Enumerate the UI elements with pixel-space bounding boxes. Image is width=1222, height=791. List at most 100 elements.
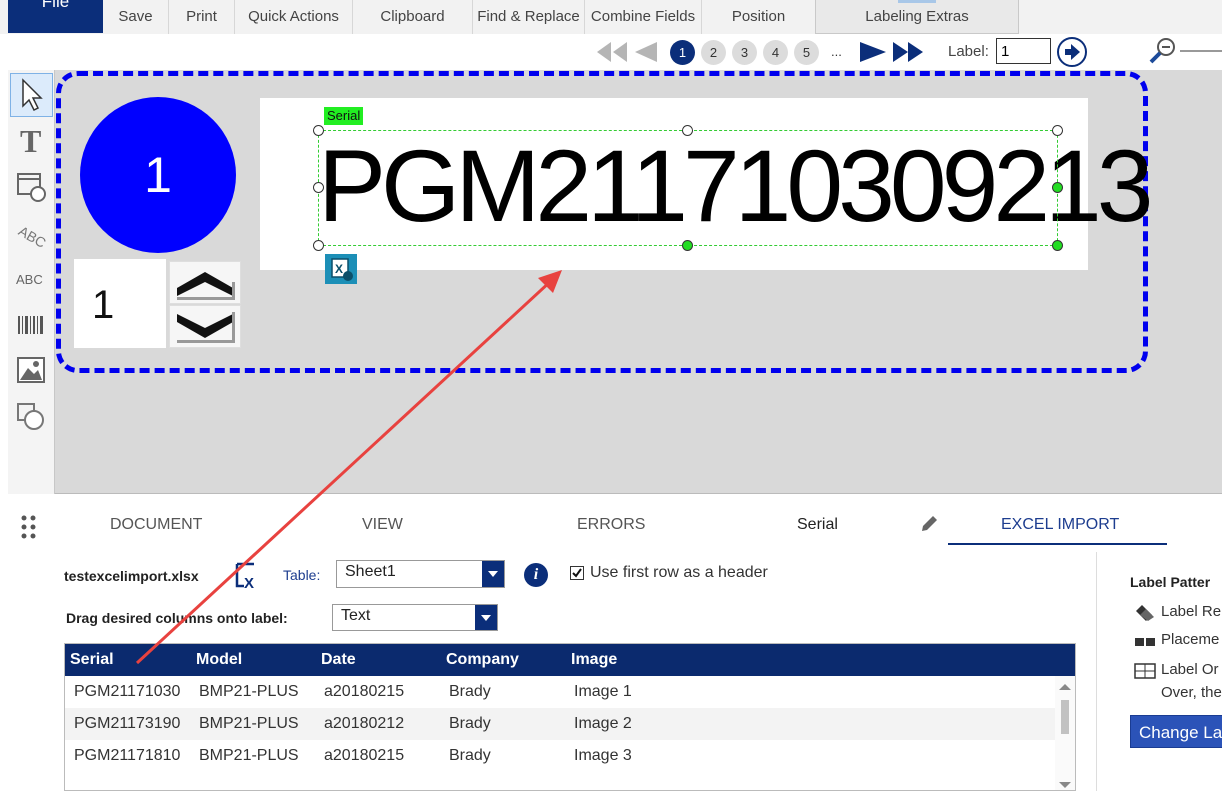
zoom-out-icon[interactable] bbox=[1148, 36, 1178, 66]
excel-filename: testexcelimport.xlsx bbox=[64, 568, 199, 584]
column-header-date[interactable]: Date bbox=[321, 651, 356, 669]
label-pattern-title: Label Patter bbox=[1130, 574, 1211, 590]
barcode-tool[interactable] bbox=[10, 304, 54, 348]
ribbon-save[interactable]: Save bbox=[103, 0, 169, 34]
tab-excel-import[interactable]: EXCEL IMPORT bbox=[1001, 516, 1119, 534]
page-3[interactable]: 3 bbox=[732, 40, 757, 65]
scroll-up-icon[interactable] bbox=[1059, 684, 1071, 690]
resize-handle-bl[interactable] bbox=[313, 240, 324, 251]
table-caption: Table: bbox=[283, 567, 321, 583]
first-row-header-checkbox[interactable] bbox=[570, 566, 584, 580]
change-label-button[interactable]: Change Lab bbox=[1130, 715, 1222, 748]
resize-handle-bc[interactable] bbox=[682, 240, 693, 251]
page-2[interactable]: 2 bbox=[701, 40, 726, 65]
table-select-value: Sheet1 bbox=[345, 563, 396, 580]
zoom-slider[interactable] bbox=[1180, 50, 1222, 52]
chevron-up-icon bbox=[177, 272, 235, 300]
date-time-tool[interactable] bbox=[10, 166, 54, 210]
pointer-icon bbox=[22, 78, 43, 112]
column-header-model[interactable]: Model bbox=[196, 651, 242, 669]
select-tool[interactable] bbox=[10, 73, 53, 117]
resize-handle-tc[interactable] bbox=[682, 125, 693, 136]
ribbon-find-replace[interactable]: Find & Replace bbox=[473, 0, 585, 34]
tab-document[interactable]: DOCUMENT bbox=[110, 516, 202, 534]
prev-page-icon[interactable] bbox=[635, 42, 657, 62]
image-tool[interactable] bbox=[10, 350, 54, 394]
shape-tool[interactable] bbox=[10, 396, 54, 440]
file-menu-button[interactable]: File bbox=[8, 0, 103, 33]
ribbon-position[interactable]: Position bbox=[702, 0, 815, 34]
first-page-icon[interactable] bbox=[597, 42, 627, 62]
ribbon-tab-indicator bbox=[898, 0, 936, 3]
decrement-button[interactable] bbox=[169, 305, 241, 348]
cell-date: a20180212 bbox=[324, 715, 405, 732]
table-select[interactable]: Sheet1 bbox=[336, 560, 505, 588]
info-icon[interactable]: i bbox=[524, 563, 548, 587]
page-1[interactable]: 1 bbox=[670, 40, 695, 65]
page-5[interactable]: 5 bbox=[794, 40, 819, 65]
calendar-clock-icon bbox=[17, 173, 46, 202]
grid-header: Serial Model Date Company Image bbox=[65, 644, 1075, 676]
increment-button[interactable] bbox=[169, 261, 241, 304]
scroll-down-icon[interactable] bbox=[1059, 782, 1071, 788]
go-to-label-button[interactable] bbox=[1057, 37, 1087, 67]
column-header-image[interactable]: Image bbox=[571, 651, 617, 669]
svg-text:T: T bbox=[20, 123, 41, 159]
label-number-input[interactable] bbox=[996, 38, 1051, 64]
picture-icon bbox=[17, 357, 45, 383]
orientation-grid-icon bbox=[1134, 663, 1156, 679]
cell-image: Image 3 bbox=[574, 747, 632, 764]
table-row[interactable]: PGM21173190 BMP21-PLUS a20180212 Brady I… bbox=[65, 708, 1055, 740]
grid-scrollbar[interactable] bbox=[1055, 676, 1075, 790]
tab-view[interactable]: VIEW bbox=[362, 516, 403, 534]
cell-date: a20180215 bbox=[324, 683, 405, 700]
tab-serial[interactable]: Serial bbox=[797, 516, 838, 534]
label-pattern-item-1[interactable]: Label Re bbox=[1161, 603, 1221, 620]
serial-tool[interactable]: ABC bbox=[10, 212, 54, 256]
cell-model: BMP21-PLUS bbox=[199, 747, 299, 764]
column-header-serial[interactable]: Serial bbox=[70, 651, 114, 669]
first-prev-arrows bbox=[597, 42, 657, 62]
next-page-icon[interactable] bbox=[860, 42, 886, 62]
resize-handle-tr[interactable] bbox=[1052, 125, 1063, 136]
ribbon-quick-actions[interactable]: Quick Actions bbox=[235, 0, 353, 34]
chevron-down-icon bbox=[177, 312, 235, 343]
page-ellipsis: ... bbox=[831, 44, 842, 59]
scroll-thumb[interactable] bbox=[1061, 700, 1069, 734]
table-row[interactable]: PGM21171030 BMP21-PLUS a20180215 Brady I… bbox=[65, 676, 1055, 708]
arrow-right-icon bbox=[1065, 44, 1080, 60]
first-row-header-label[interactable]: Use first row as a header bbox=[590, 564, 768, 582]
barcode-icon bbox=[18, 316, 43, 334]
ribbon-labeling-extras[interactable]: Labeling Extras bbox=[815, 0, 1019, 34]
last-page-icon[interactable] bbox=[893, 42, 923, 62]
ribbon-print[interactable]: Print bbox=[169, 0, 235, 34]
active-tab-indicator bbox=[948, 543, 1167, 545]
drag-type-select[interactable]: Text bbox=[332, 604, 498, 631]
pencil-icon[interactable] bbox=[919, 514, 939, 534]
resize-handle-tl[interactable] bbox=[313, 125, 324, 136]
table-row[interactable]: PGM21171810 BMP21-PLUS a20180215 Brady I… bbox=[65, 740, 1055, 772]
tab-errors[interactable]: ERRORS bbox=[577, 516, 645, 534]
ribbon-clipboard[interactable]: Clipboard bbox=[353, 0, 473, 34]
svg-text:X: X bbox=[335, 262, 343, 276]
counter-box bbox=[74, 259, 166, 348]
page-4[interactable]: 4 bbox=[763, 40, 788, 65]
text-tool[interactable]: T bbox=[10, 120, 54, 164]
drag-columns-caption: Drag desired columns onto label: bbox=[66, 610, 288, 626]
column-header-company[interactable]: Company bbox=[446, 651, 519, 669]
circle-number-object[interactable]: 1 bbox=[80, 97, 236, 253]
ribbon-combine-fields[interactable]: Combine Fields bbox=[585, 0, 702, 34]
drag-grip-icon[interactable] bbox=[20, 514, 38, 540]
text-abc-tool[interactable]: ABC bbox=[10, 258, 54, 302]
excel-link-icon: X bbox=[331, 258, 353, 281]
resize-handle-mr[interactable] bbox=[1052, 182, 1063, 193]
resize-handle-br[interactable] bbox=[1052, 240, 1063, 251]
excel-file-icon[interactable]: X bbox=[234, 560, 260, 590]
resize-handle-ml[interactable] bbox=[313, 182, 324, 193]
label-pattern-item-2[interactable]: Placeme bbox=[1161, 631, 1219, 648]
cell-company: Brady bbox=[449, 747, 491, 764]
tag-icon bbox=[1136, 605, 1154, 621]
excel-link-badge[interactable]: X bbox=[325, 254, 357, 284]
label-pattern-item-3[interactable]: Label Or bbox=[1161, 661, 1219, 678]
cell-serial: PGM21171030 bbox=[74, 683, 181, 700]
